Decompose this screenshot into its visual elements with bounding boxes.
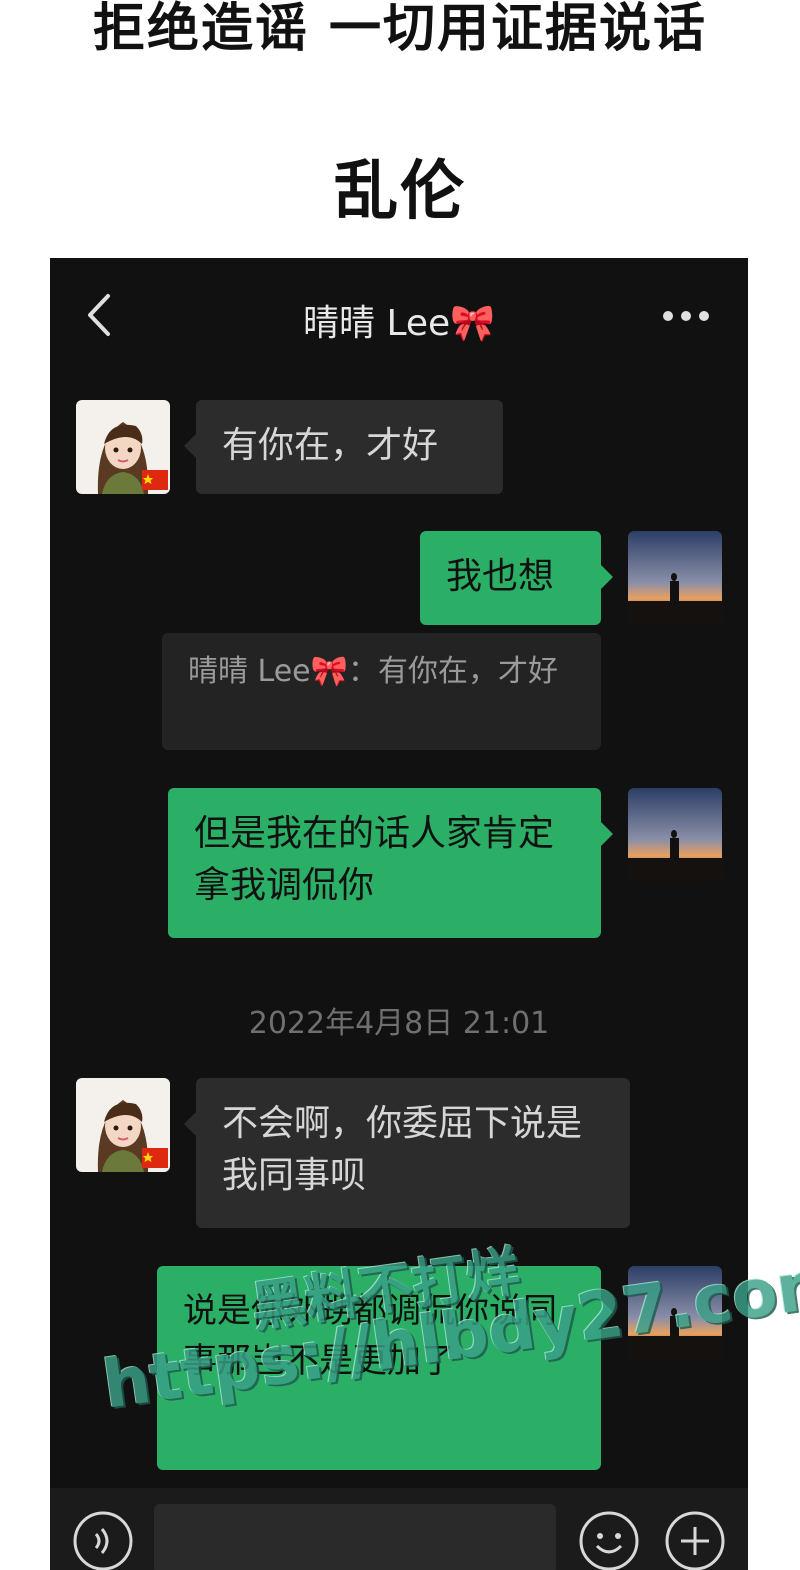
more-dots-icon[interactable] <box>660 298 712 334</box>
page: 拒绝造谣 一切用证据说话 乱伦 晴晴 Lee🎀 有你在，才好 我也想 晴晴 Le… <box>0 0 800 1570</box>
contact-avatar[interactable] <box>76 1078 170 1172</box>
message-bubble-incoming[interactable]: 有你在，才好 <box>184 400 503 494</box>
plus-icon[interactable] <box>664 1510 726 1570</box>
contact-avatar[interactable] <box>76 400 170 494</box>
chat-screenshot: 晴晴 Lee🎀 有你在，才好 我也想 晴晴 Lee🎀：有你在，才好 但是我在的话… <box>50 258 748 1570</box>
message-bubble-outgoing[interactable]: 我也想 <box>420 531 613 625</box>
voice-icon[interactable] <box>72 1510 134 1570</box>
input-bar <box>50 1488 748 1570</box>
message-timestamp: 2022年4月8日 21:01 <box>248 1006 550 1041</box>
quoted-message[interactable]: 晴晴 Lee🎀：有你在，才好 <box>162 633 601 750</box>
message-bubble-outgoing[interactable]: 但是我在的话人家肯定拿我调侃你 <box>168 788 613 938</box>
message-bubble-outgoing[interactable]: 说是你外甥都调侃你说同事那岂不是更加了 <box>157 1266 613 1470</box>
headline-subtitle: 乱伦 <box>334 155 466 229</box>
contact-name: 晴晴 Lee🎀 <box>303 303 495 344</box>
message-input[interactable] <box>154 1504 556 1570</box>
user-avatar[interactable] <box>628 531 722 625</box>
message-bubble-incoming[interactable]: 不会啊，你委屈下说是我同事呗 <box>184 1078 630 1228</box>
chat-header: 晴晴 Lee🎀 <box>50 258 748 368</box>
emoji-icon[interactable] <box>578 1510 640 1570</box>
user-avatar[interactable] <box>628 788 722 882</box>
user-avatar[interactable] <box>628 1266 722 1360</box>
headline-title: 拒绝造谣 一切用证据说话 <box>92 0 708 59</box>
